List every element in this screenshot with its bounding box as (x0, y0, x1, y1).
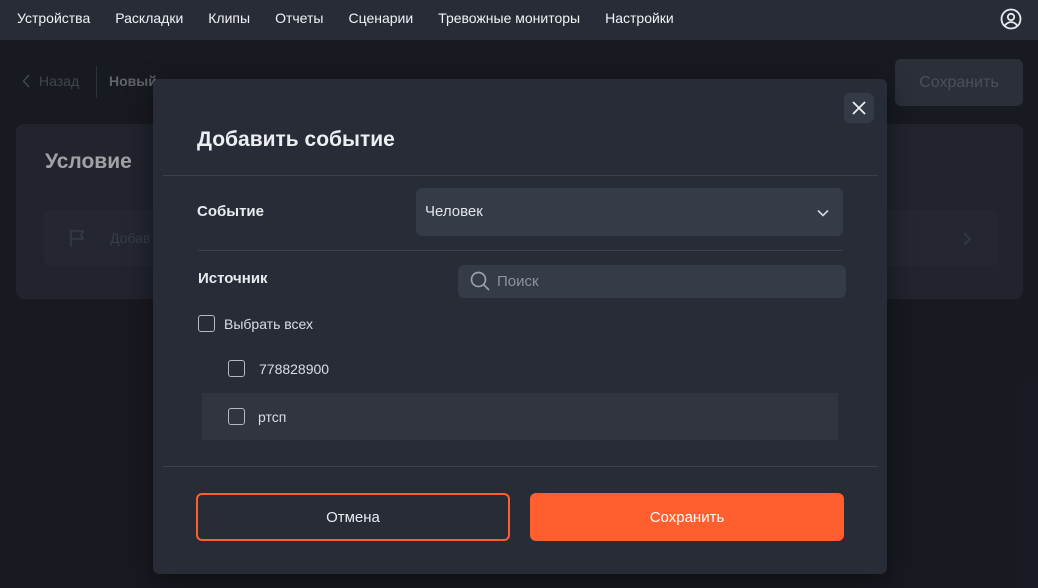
event-select-value: Человек (425, 203, 483, 220)
source-label: Источник (198, 270, 268, 287)
close-icon (852, 101, 866, 115)
select-all-label[interactable]: Выбрать всех (224, 316, 313, 332)
modal-footer-divider (163, 466, 878, 467)
source-checkbox[interactable] (228, 360, 245, 377)
source-search-input[interactable] (497, 266, 837, 296)
event-divider (198, 250, 843, 251)
select-all-checkbox[interactable] (198, 315, 215, 332)
nav-item-alarm-monitors[interactable]: Тревожные мониторы (438, 10, 580, 26)
cancel-button[interactable]: Отмена (196, 493, 510, 541)
nav-item-layouts[interactable]: Раскладки (115, 10, 183, 26)
modal-title: Добавить событие (197, 128, 395, 151)
top-nav-bar: Устройства Раскладки Клипы Отчеты Сценар… (0, 0, 1038, 40)
nav-item-scenarios[interactable]: Сценарии (348, 10, 413, 26)
source-checkbox[interactable] (228, 408, 245, 425)
main-nav: Устройства Раскладки Клипы Отчеты Сценар… (17, 10, 699, 26)
save-button[interactable]: Сохранить (530, 493, 844, 541)
nav-item-settings[interactable]: Настройки (605, 10, 674, 26)
chevron-down-icon (816, 205, 830, 223)
source-row-hover[interactable] (202, 393, 838, 440)
nav-item-clips[interactable]: Клипы (208, 10, 250, 26)
modal-close-button[interactable] (844, 93, 874, 123)
user-circle-icon[interactable] (999, 7, 1023, 31)
nav-item-reports[interactable]: Отчеты (275, 10, 323, 26)
modal-header-divider (163, 175, 878, 176)
source-item-label[interactable]: ртсп (258, 409, 286, 425)
event-select[interactable]: Человек (416, 188, 843, 236)
nav-item-devices[interactable]: Устройства (17, 10, 90, 26)
source-item-label[interactable]: 778828900 (259, 361, 329, 377)
search-icon (469, 270, 491, 297)
event-label: Событие (197, 203, 264, 220)
